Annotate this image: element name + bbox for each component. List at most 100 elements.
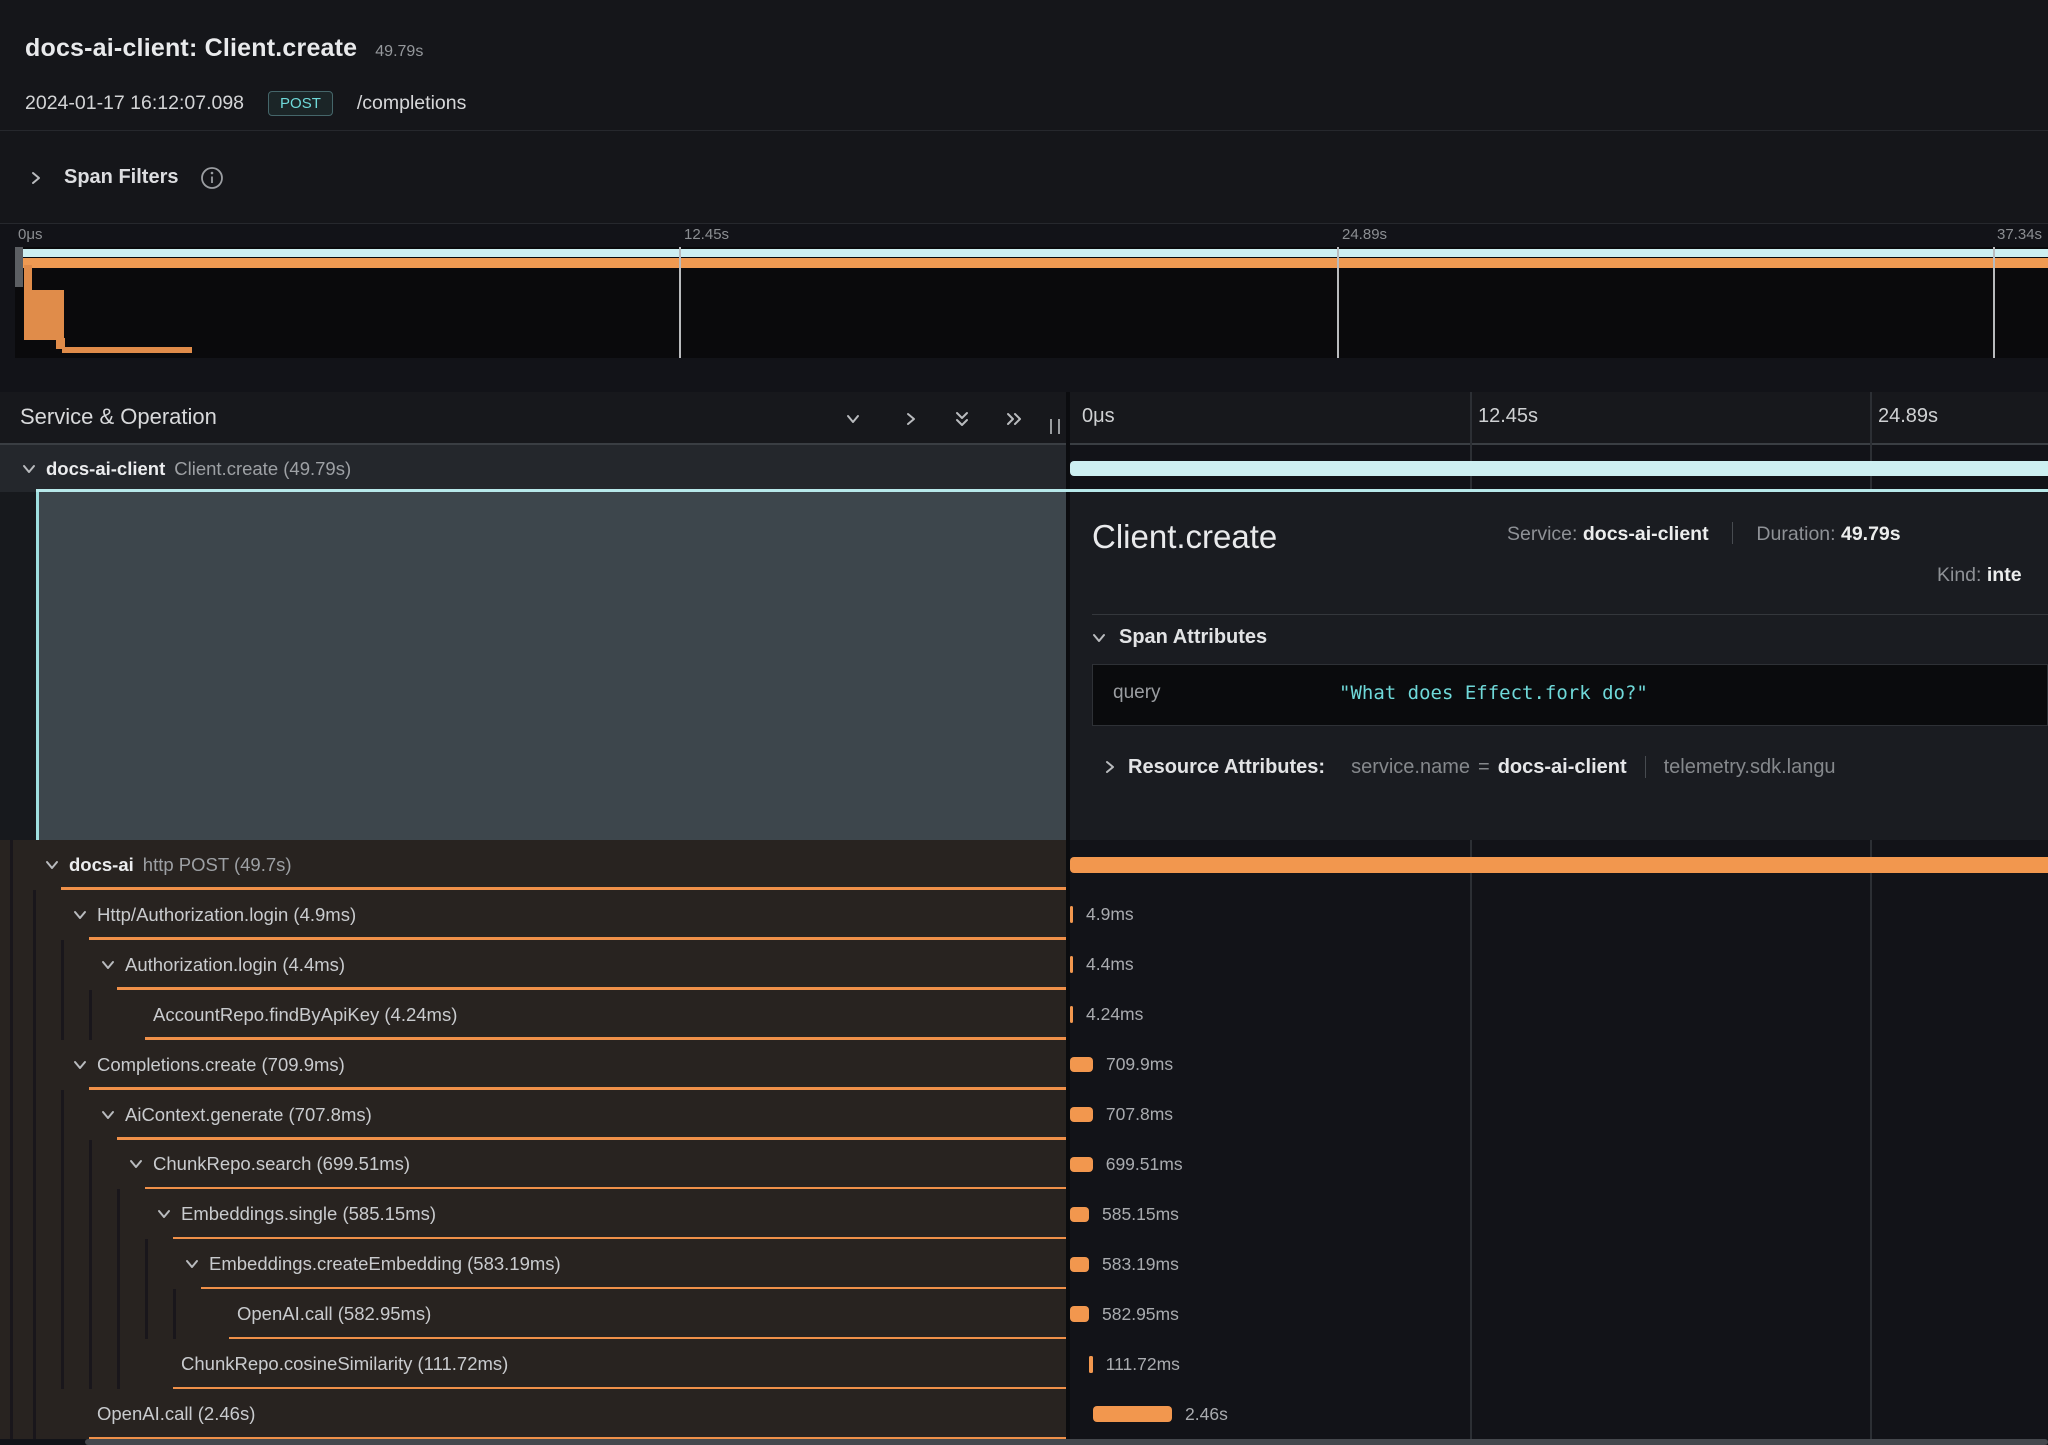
span-duration-bar[interactable] [1070, 906, 1073, 923]
chevron-down-icon[interactable] [157, 1209, 171, 1219]
span-timeline-row[interactable]: 582.95ms [1070, 1289, 2048, 1339]
span-row[interactable]: Embeddings.createEmbedding (583.19ms) [0, 1239, 1066, 1289]
span-attributes-section[interactable]: Span Attributes [1092, 626, 1267, 649]
indent-guide [33, 890, 36, 940]
span-timeline-row[interactable]: 583.19ms [1070, 1239, 2048, 1289]
indent-guide [10, 1189, 13, 1239]
minimap-drag-handle[interactable] [15, 247, 23, 287]
horizontal-scrollbar[interactable] [85, 1439, 2048, 1445]
indent-guide [61, 990, 64, 1040]
chevron-down-icon[interactable] [101, 1110, 115, 1120]
resource-attributes-section[interactable]: Resource Attributes: service.name = docs… [1105, 752, 1836, 782]
span-row[interactable]: AccountRepo.findByApiKey (4.24ms) [0, 990, 1066, 1040]
indent-guide [89, 1339, 92, 1389]
span-timeline-row[interactable]: 707.8ms [1070, 1090, 2048, 1140]
span-row[interactable]: Http/Authorization.login (4.9ms) [0, 890, 1066, 940]
span-duration-label: 582.95ms [1102, 1304, 1179, 1325]
span-duration-label: 4.9ms [1086, 904, 1134, 925]
attribute-value: "What does Effect.fork do?" [1339, 682, 1648, 704]
span-row[interactable]: Embeddings.single (585.15ms) [0, 1189, 1066, 1239]
span-row[interactable]: ChunkRepo.cosineSimilarity (111.72ms) [0, 1339, 1066, 1389]
chevron-down-icon[interactable] [843, 409, 863, 429]
column-resize-handle[interactable] [1050, 419, 1060, 434]
span-detail-title: Client.create [1092, 518, 1277, 556]
chevron-down-icon[interactable] [73, 910, 87, 920]
span-duration-bar[interactable] [1070, 1057, 1093, 1073]
double-chevron-right-icon[interactable] [1004, 409, 1024, 429]
indent-guide [10, 940, 13, 990]
span-row[interactable]: OpenAI.call (582.95ms) [0, 1289, 1066, 1339]
trace-minimap[interactable] [15, 247, 2048, 358]
span-duration-bar[interactable] [1070, 1157, 1092, 1173]
indent-guide [10, 890, 13, 940]
span-filters-section[interactable]: Span Filters [0, 131, 2048, 224]
attribute-row[interactable]: query "What does Effect.fork do?" [1092, 664, 2048, 726]
span-service-name: docs-ai [69, 854, 134, 876]
span-duration-bar[interactable] [1070, 857, 2048, 873]
span-operation-name: ChunkRepo.cosineSimilarity (111.72ms) [181, 1353, 508, 1375]
span-timeline-row[interactable]: 4.4ms [1070, 940, 2048, 990]
span-operation-name: Embeddings.single (585.15ms) [181, 1203, 436, 1225]
indent-guide [33, 1090, 36, 1140]
indent-guide [173, 1289, 176, 1339]
chevron-right-icon[interactable] [901, 409, 921, 429]
span-service-name: docs-ai-client [46, 458, 165, 480]
span-duration-bar[interactable] [1070, 1207, 1089, 1223]
span-row[interactable]: AiContext.generate (707.8ms) [0, 1090, 1066, 1140]
span-timeline-row[interactable]: 4.9ms [1070, 890, 2048, 940]
double-chevron-down-icon[interactable] [952, 409, 972, 429]
chevron-down-icon[interactable] [73, 1060, 87, 1070]
span-timeline-row[interactable]: 709.9ms [1070, 1040, 2048, 1090]
indent-guide [10, 1040, 13, 1090]
span-kind-meta: Kind: inte [1937, 564, 2022, 587]
span-timeline-row[interactable] [1070, 445, 2048, 492]
span-duration-bar[interactable] [1070, 461, 2048, 477]
span-duration-bar[interactable] [1070, 1306, 1089, 1322]
indent-guide [33, 1189, 36, 1239]
meta-divider [1645, 756, 1646, 778]
span-row[interactable]: ChunkRepo.search (699.51ms) [0, 1140, 1066, 1190]
chevron-down-icon[interactable] [45, 860, 59, 870]
table-header-band: Service & Operation 0μs12.45s24.89s [0, 392, 2048, 445]
span-duration-bar[interactable] [1093, 1406, 1172, 1422]
pane-divider[interactable] [1066, 392, 1070, 1445]
span-timeline-row[interactable] [1070, 840, 2048, 890]
indent-guide [10, 1289, 13, 1339]
indent-guide [117, 1289, 120, 1339]
minimap-span-shape [24, 290, 64, 340]
span-duration-label: 583.19ms [1102, 1254, 1179, 1275]
minimap-root-span-bar [17, 249, 2048, 257]
span-row[interactable]: Authorization.login (4.4ms) [0, 940, 1066, 990]
chevron-down-icon[interactable] [129, 1159, 143, 1169]
timeline-tick-label: 24.89s [1878, 405, 1938, 428]
span-duration-bar[interactable] [1089, 1356, 1093, 1373]
indent-guide [117, 1339, 120, 1389]
indent-guide [33, 1239, 36, 1289]
trace-timestamp: 2024-01-17 16:12:07.098 [25, 92, 244, 115]
trace-header: docs-ai-client: Client.create 49.79s 202… [0, 0, 2048, 131]
chevron-down-icon[interactable] [185, 1259, 199, 1269]
indent-guide [61, 1339, 64, 1389]
indent-guide [10, 1389, 13, 1439]
span-timeline-row[interactable]: 699.51ms [1070, 1140, 2048, 1190]
span-duration-bar[interactable] [1070, 956, 1073, 973]
minimap-span-bar [17, 258, 2048, 268]
span-duration-bar[interactable] [1070, 1006, 1073, 1023]
span-row[interactable]: Completions.create (709.9ms) [0, 1040, 1066, 1090]
span-timeline-row[interactable]: 585.15ms [1070, 1189, 2048, 1239]
span-row[interactable]: docs-ai-clientClient.create (49.79s) [0, 445, 1066, 492]
indent-guide [117, 1239, 120, 1289]
span-timeline-row[interactable]: 2.46s [1070, 1389, 2048, 1439]
chevron-right-icon[interactable] [30, 169, 42, 187]
indent-guide [10, 840, 13, 890]
span-duration-bar[interactable] [1070, 1257, 1089, 1273]
span-duration-bar[interactable] [1070, 1107, 1093, 1123]
span-timeline-row[interactable]: 111.72ms [1070, 1339, 2048, 1389]
chevron-down-icon[interactable] [101, 960, 115, 970]
span-row[interactable]: OpenAI.call (2.46s) [0, 1389, 1066, 1439]
span-row[interactable]: docs-aihttp POST (49.7s) [0, 840, 1066, 890]
chevron-down-icon[interactable] [22, 464, 36, 474]
info-icon[interactable] [200, 166, 224, 190]
span-timeline-row[interactable]: 4.24ms [1070, 990, 2048, 1040]
indent-guide [10, 1239, 13, 1289]
